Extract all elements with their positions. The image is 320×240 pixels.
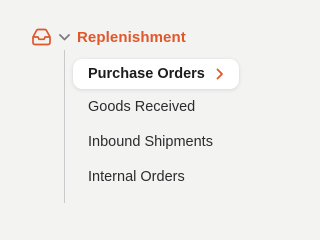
nav-item-inbound-shipments[interactable]: Inbound Shipments xyxy=(73,127,213,157)
nav-item-goods-received[interactable]: Goods Received xyxy=(73,92,195,122)
inbox-tray-icon xyxy=(30,26,52,48)
nav-item-purchase-orders[interactable]: Purchase Orders xyxy=(73,59,239,89)
section-replenishment[interactable]: Replenishment xyxy=(30,24,186,50)
nav-item-label: Purchase Orders xyxy=(88,66,205,82)
tree-connector-line xyxy=(64,50,65,203)
nav-item-label: Goods Received xyxy=(88,99,196,115)
section-label: Replenishment xyxy=(77,28,186,46)
nav-item-label: Internal Orders xyxy=(88,169,185,185)
nav-item-label: Inbound Shipments xyxy=(88,134,213,150)
chevron-right-icon xyxy=(215,68,225,80)
chevron-down-icon[interactable] xyxy=(57,30,71,44)
nav-item-internal-orders[interactable]: Internal Orders xyxy=(73,162,185,192)
sidebar-nav: Replenishment Purchase Orders Goods Rece… xyxy=(0,0,258,203)
